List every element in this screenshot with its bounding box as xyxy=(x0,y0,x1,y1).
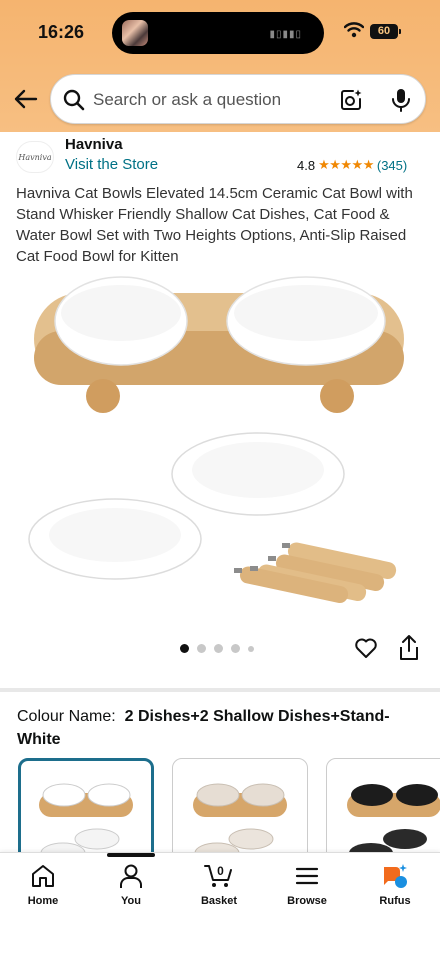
nav-label: You xyxy=(121,895,141,907)
nav-label: Browse xyxy=(287,895,327,907)
basket-icon: 0 xyxy=(204,864,232,887)
app-header: 16:26 ▮▯▮▮▯ 60 Search or ask a question xyxy=(0,0,440,132)
status-time: 16:26 xyxy=(38,22,85,42)
rating-value: 4.8 xyxy=(297,157,316,173)
microphone-icon[interactable] xyxy=(389,87,413,113)
carousel-dot[interactable] xyxy=(231,644,240,653)
heart-icon[interactable] xyxy=(354,636,378,660)
nav-you[interactable]: You xyxy=(91,863,171,907)
carousel-dot[interactable] xyxy=(197,644,206,653)
home-icon xyxy=(32,865,54,887)
carousel-dot[interactable] xyxy=(180,644,189,653)
rufus-icon xyxy=(384,864,407,888)
nav-home[interactable]: Home xyxy=(3,863,83,907)
rating-count[interactable]: (345) xyxy=(377,158,407,173)
camera-lens-icon[interactable] xyxy=(339,88,363,112)
variant-key: Colour Name: xyxy=(17,708,116,725)
brand-name: Havniva xyxy=(65,136,123,153)
nav-rufus[interactable]: Rufus xyxy=(355,863,435,907)
section-divider xyxy=(0,688,440,692)
bottom-nav: Home You 0 Basket Browse Rufus xyxy=(0,852,440,953)
visit-store-link[interactable]: Visit the Store xyxy=(65,156,158,173)
carousel-dot[interactable] xyxy=(214,644,223,653)
search-icon xyxy=(63,89,85,111)
back-arrow-icon[interactable] xyxy=(12,86,38,112)
nav-label: Rufus xyxy=(379,895,411,907)
now-playing-thumbnail xyxy=(122,20,148,46)
share-icon[interactable] xyxy=(398,634,420,662)
product-image[interactable] xyxy=(20,265,420,635)
menu-icon xyxy=(295,867,319,885)
nav-basket[interactable]: 0 Basket xyxy=(179,863,259,907)
search-placeholder[interactable]: Search or ask a question xyxy=(93,90,281,110)
nav-browse[interactable]: Browse xyxy=(267,863,347,907)
search-bar[interactable]: Search or ask a question xyxy=(50,74,426,124)
product-title: Havniva Cat Bowls Elevated 14.5cm Cerami… xyxy=(16,185,413,265)
store-logo[interactable]: Havniva xyxy=(16,141,54,173)
variant-label: Colour Name: 2 Dishes+2 Shallow Dishes+S… xyxy=(17,705,417,751)
user-icon xyxy=(120,864,142,888)
star-rating-icon: ★★★★★ xyxy=(318,157,374,172)
dynamic-island: ▮▯▮▮▯ xyxy=(112,12,324,54)
rating-summary[interactable]: 4.8 ★★★★★ (345) xyxy=(297,157,407,173)
nav-label: Home xyxy=(27,895,59,907)
carousel-dot[interactable] xyxy=(248,645,254,652)
active-tab-indicator xyxy=(107,853,155,857)
audio-wave-icon: ▮▯▮▮▯ xyxy=(269,29,302,40)
status-bar: 16:26 ▮▯▮▮▯ 60 xyxy=(0,0,440,62)
wifi-icon xyxy=(344,22,364,38)
nav-label: Basket xyxy=(200,895,238,907)
image-carousel-dots[interactable] xyxy=(180,644,254,653)
basket-count: 0 xyxy=(217,864,224,878)
battery-indicator: 60 xyxy=(370,24,401,39)
